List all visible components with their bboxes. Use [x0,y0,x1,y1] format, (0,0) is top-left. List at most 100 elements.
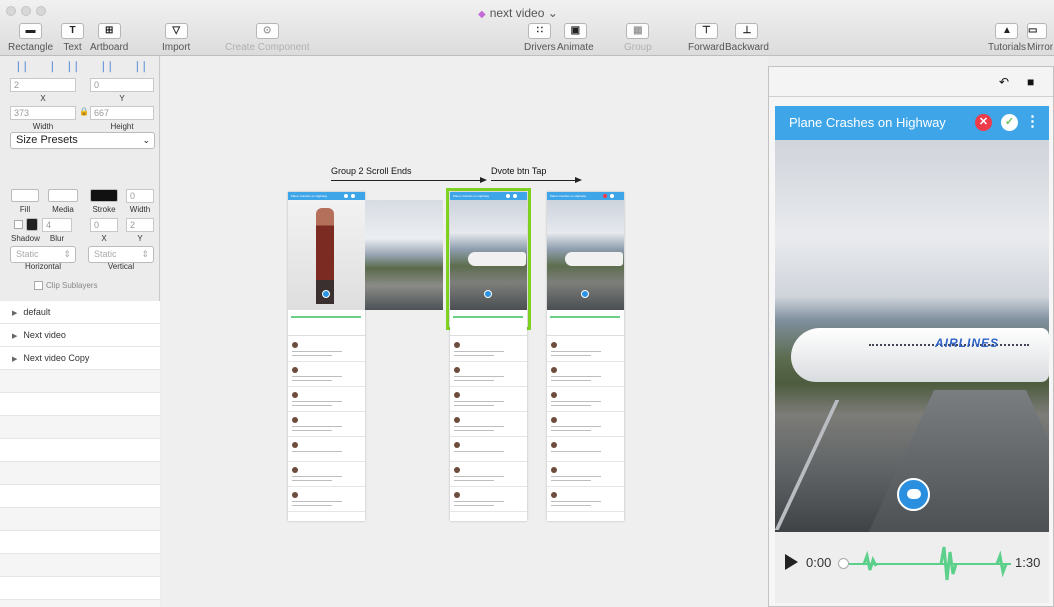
send-backward-icon: ⊥ [735,23,759,39]
play-icon[interactable] [785,554,798,570]
video-title: Plane Crashes on Highway [789,115,946,130]
animate-button[interactable]: ▣ Animate [557,23,594,53]
disclosure-triangle-icon[interactable]: ▶ [12,333,17,340]
drivers-label: Drivers [524,42,556,53]
fill-swatch[interactable] [11,189,39,202]
component-icon: ⊙ [255,23,279,39]
speech-bubble-icon[interactable] [897,478,930,511]
time-start: 0:00 [806,555,832,570]
chevron-updown-icon: ⇕ [141,249,149,259]
layer-item-next-video-copy[interactable]: ▶ Next video Copy [0,347,160,370]
empty-row [0,416,160,439]
forward-button[interactable]: ⊤ Forward [688,23,725,53]
arrow-right-icon [575,177,582,183]
close-icon[interactable]: ✕ [975,114,992,131]
empty-row [0,600,160,607]
artboard-next-video-copy[interactable]: Plane Crashes on Highway [547,192,624,521]
y-field[interactable]: 0 [90,78,154,92]
shadow-color-swatch[interactable] [26,218,38,231]
size-presets-value: Size Presets [16,134,78,146]
layer-label: Next video [23,330,66,340]
artboard-default[interactable]: Plane Crashes on Highway [288,192,365,521]
bring-forward-icon: ⊤ [694,23,718,39]
blur-label: Blur [49,234,65,243]
horizontal-label: Horizontal [24,262,61,271]
width-label: Width [32,122,54,131]
plane-image [791,328,1049,382]
x-field[interactable]: 2 [10,78,76,92]
comment-row [547,488,624,512]
height-field[interactable]: 667 [90,106,154,120]
disclosure-triangle-icon[interactable]: ▶ [12,310,17,317]
chevron-down-icon: ⌄ [142,135,150,145]
rectangle-tool-button[interactable]: ▬ Rectangle [8,23,53,53]
media-label: Media [52,205,74,214]
arrow-right-icon [480,177,487,183]
artboard-next-video[interactable]: Plane Crashes on Highway [450,192,527,521]
video-camera-icon[interactable]: ■ [1027,75,1034,89]
flow-label-dvote-tap[interactable]: Dvote btn Tap [491,166,546,176]
size-presets-dropdown[interactable]: Size Presets ⌄ [10,132,155,149]
minimize-window-button[interactable] [21,6,31,16]
mirror-button[interactable]: ▭ Mirror [1027,23,1054,53]
clip-sublayers-label: Clip Sublayers [46,281,98,290]
media-swatch[interactable] [48,189,78,202]
layer-label: Next video Copy [23,353,90,363]
shadow-y-field[interactable]: 2 [126,218,154,232]
flow-label-scroll-ends[interactable]: Group 2 Scroll Ends [331,166,412,176]
rectangle-icon: ▬ [19,23,43,39]
drivers-icon: ∷ [528,23,552,39]
comment-row [288,363,365,387]
close-window-button[interactable] [6,6,16,16]
drivers-button[interactable]: ∷ Drivers [524,23,556,53]
animate-icon: ▣ [563,23,587,39]
width-field[interactable]: 373 [10,106,76,120]
create-component-button[interactable]: ⊙ Create Component [225,23,310,53]
import-label: Import [162,42,191,53]
lock-aspect-icon[interactable]: 🔒 [79,107,89,116]
tutorials-button[interactable]: ▲ Tutorials [988,23,1026,53]
import-button[interactable]: ▽ Import [162,23,190,53]
check-icon [513,194,517,198]
text-icon: T [61,23,84,39]
alignment-tools-icon[interactable]: ⎹⎸⎹⎹⎸⎹⎸⎹⎸ [8,61,161,74]
shadow-x-field[interactable]: 0 [90,218,118,232]
more-vertical-icon[interactable]: ⋮ [1025,112,1040,130]
video-frame[interactable]: AIRLINES [775,140,1049,532]
check-icon[interactable]: ✓ [1001,114,1018,131]
stroke-width-field[interactable]: 0 [126,189,154,203]
layer-item-default[interactable]: ▶ default [0,301,160,324]
comment-row [450,463,527,487]
clip-sublayers-checkbox[interactable] [34,281,43,290]
scrubber-knob[interactable] [838,558,849,569]
board-tabs [547,326,624,336]
shadow-label: Shadow [11,234,40,243]
comment-row [288,488,365,512]
zoom-window-button[interactable] [36,6,46,16]
shadow-checkbox[interactable] [14,220,23,229]
comment-row [547,363,624,387]
group-button[interactable]: ▦ Group [624,23,652,53]
canvas[interactable]: Group 2 Scroll Ends Dvote btn Tap Plane … [161,56,768,607]
horizontal-dropdown[interactable]: Static ⇕ [10,246,76,263]
audio-track [291,316,361,318]
blur-field[interactable]: 4 [42,218,72,232]
phone-preview[interactable]: Plane Crashes on Highway ✕ ✓ ⋮ AIRLINES … [775,106,1049,603]
artboard-tool-button[interactable]: ⊞ Artboard [90,23,128,53]
stroke-label: Stroke [92,205,116,214]
layer-list: ▶ default ▶ Next video ▶ Next video Copy [0,301,160,607]
plane-image [565,252,623,266]
backward-button[interactable]: ⊥ Backward [725,23,769,53]
empty-row [0,508,160,531]
flow-arrow-line [331,180,481,181]
undo-icon[interactable]: ↶ [999,75,1009,89]
empty-row [0,485,160,508]
disclosure-triangle-icon[interactable]: ▶ [12,356,17,363]
vertical-dropdown[interactable]: Static ⇕ [88,246,154,263]
rectangle-label: Rectangle [8,42,54,53]
layer-item-next-video[interactable]: ▶ Next video [0,324,160,347]
text-tool-button[interactable]: T Text [61,23,84,53]
stroke-swatch[interactable] [90,189,118,202]
comment-row [547,413,624,437]
waveform[interactable] [849,544,1011,584]
